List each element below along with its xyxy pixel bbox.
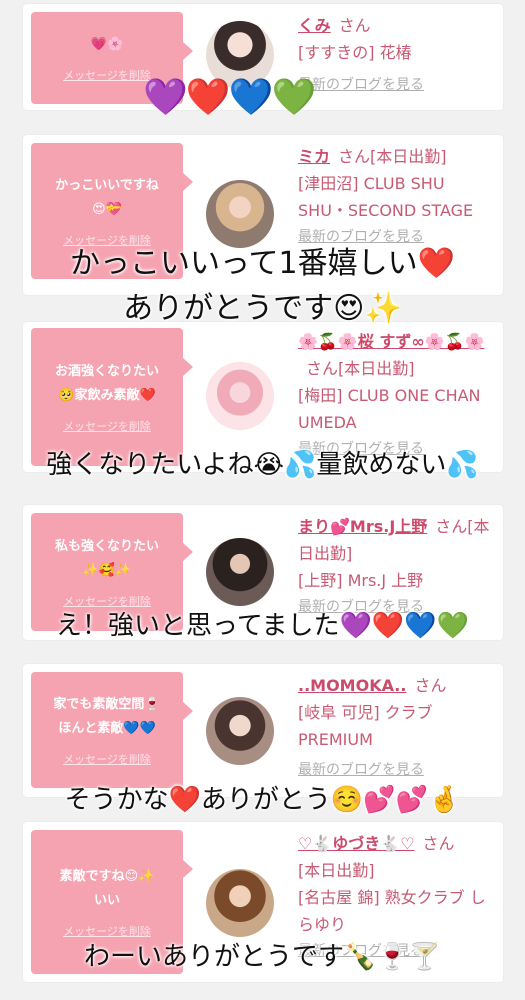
profile-info: 🌸🍒🌸桜 すず∞🌸🍒🌸 さん[本日出勤] [梅田] CLUB ONE CHAN … [298,328,493,463]
shop-label: [すすきの] 花椿 [298,43,412,62]
caption-text: ありがとうです😍✨ [123,291,402,326]
caption-text: かっこいいって1番嬉しい❤️ [70,246,455,281]
caption-text: わーいありがとうです🍾🍷🍸 [83,942,442,972]
latest-blog-link[interactable]: 最新のブログを見る [298,72,493,99]
avatar[interactable] [206,869,274,937]
avatar[interactable] [206,538,274,606]
suffix-label: さん[本日出勤] [338,147,447,166]
message-text: 素敵ですね😊✨ いい [59,869,155,908]
avatar[interactable] [206,362,274,430]
profile-info: ミカ さん[本日出勤] [津田沼] CLUB SHU SHU・SECOND STA… [298,143,493,251]
message-text: 家でも素敵空間🍷 ほんと素敵💙💙 [53,697,161,736]
shop-label: [津田沼] CLUB SHU SHU・SECOND STAGE [298,174,474,220]
shop-label: [梅田] CLUB ONE CHAN UMEDA [298,386,481,432]
suffix-label: さん [422,834,455,853]
profile-name-link[interactable]: ♡🐇ゆづき🐇♡ [298,834,415,853]
profile-name-link[interactable]: くみ [298,16,331,35]
shop-label: [岐阜 可児] クラブ PREMIUM [298,703,433,749]
avatar[interactable] [206,697,274,765]
caption-text: そうかな❤️ありがとう☺️💕💕🤞 [64,785,461,815]
delete-message-link[interactable]: メッセージを削除 [63,418,151,434]
comment-card: 家でも素敵空間🍷 ほんと素敵💙💙 メッセージを削除 ..MOMOKA.. さん [… [23,664,503,797]
suffix-label: さん [414,676,447,695]
shop-label: [名古屋 錦] 熟女クラブ しらゆり [298,888,486,934]
profile-name-link[interactable]: 🌸🍒🌸桜 すず∞🌸🍒🌸 [298,332,484,351]
profile-name-link[interactable]: ミカ [298,147,330,166]
suffix-label: さん[本日出勤] [306,359,415,378]
message-text: 私も強くなりたい ✨🥰✨ [54,539,159,578]
profile-info: ..MOMOKA.. さん [岐阜 可児] クラブ PREMIUM 最新のブログを… [298,672,493,784]
shop-label: [上野] Mrs.J 上野 [298,571,424,590]
profile-name-link[interactable]: まり💕Mrs.J上野 [298,517,427,536]
message-text: かっこいいですね 😍💝 [55,178,159,217]
message-bubble: 家でも素敵空間🍷 ほんと素敵💙💙 メッセージを削除 [31,672,193,788]
message-text: 💗🌸 [90,37,124,52]
profile-name-link[interactable]: ..MOMOKA.. [298,676,406,695]
status-label: [本日出勤] [298,861,375,880]
suffix-label: さん [338,16,371,35]
message-text: お酒強くなりたい 🥺家飲み素敵❤️ [54,364,159,403]
profile-info: くみ さん [すすきの] 花椿 最新のブログを見る [298,12,493,99]
hearts-sticker: 💜❤️💙💚 [143,77,316,118]
caption-text: 強くなりたいよね😭💦量飲めない💦 [46,450,479,480]
delete-message-link[interactable]: メッセージを削除 [63,751,151,767]
caption-text: え！強いと思ってました💜❤️💙💚 [56,611,469,641]
delete-message-link[interactable]: メッセージを削除 [63,67,151,83]
